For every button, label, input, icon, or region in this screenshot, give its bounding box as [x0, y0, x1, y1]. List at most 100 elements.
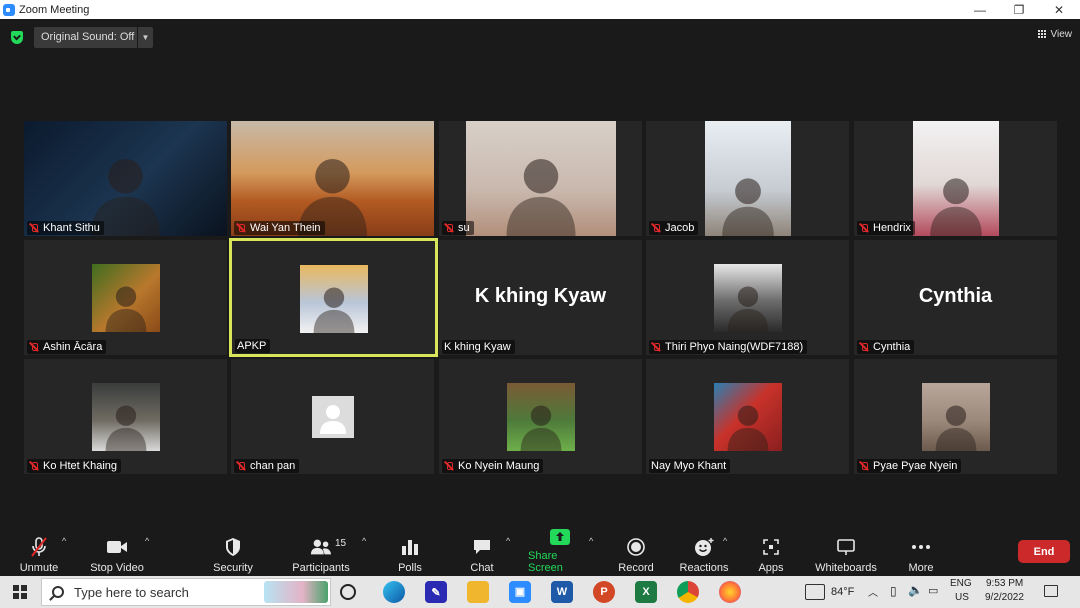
windows-start-icon[interactable]: [13, 585, 27, 599]
participants-label: Participants: [292, 562, 350, 574]
participant-tile[interactable]: Thiri Phyo Naing(WDF7188): [646, 240, 849, 355]
participant-tile[interactable]: chan pan: [231, 359, 434, 474]
clock-date[interactable]: 9/2/2022: [985, 592, 1024, 603]
participant-tile[interactable]: Hendrix: [854, 121, 1057, 236]
participant-tile[interactable]: Cynthia Cynthia: [854, 240, 1057, 355]
audio-options-caret[interactable]: ^: [62, 536, 66, 546]
zoom-taskbar-icon[interactable]: ▣: [509, 581, 531, 603]
apps-label: Apps: [758, 562, 784, 574]
participant-tile[interactable]: Nay Myo Khant: [646, 359, 849, 474]
edge-browser-icon[interactable]: [383, 581, 405, 603]
microphone-muted-icon: [28, 536, 50, 558]
record-button[interactable]: Record: [616, 532, 656, 574]
tray-overflow-chevron-icon[interactable]: ︿: [868, 584, 878, 599]
participant-name: Ko Htet Khaing: [43, 460, 117, 472]
taskbar-search-box[interactable]: Type here to search: [41, 578, 331, 606]
whiteboards-button[interactable]: Whiteboards: [814, 532, 878, 574]
notifications-icon[interactable]: [1044, 585, 1058, 597]
participant-display-name-large: K khing Kyaw: [474, 285, 607, 307]
participant-name-tag: Pyae Pyae Nyein: [857, 459, 962, 473]
original-sound-button[interactable]: Original Sound: Off: [34, 27, 137, 48]
volume-icon[interactable]: 🔈: [908, 583, 923, 597]
participants-count: 15: [335, 538, 347, 549]
more-label: More: [908, 562, 934, 574]
weather-icon[interactable]: [805, 584, 825, 600]
view-button[interactable]: View: [1037, 26, 1072, 42]
excel-icon[interactable]: X: [635, 581, 657, 603]
network-icon[interactable]: ▯: [890, 584, 897, 598]
share-screen-button[interactable]: Share Screen: [528, 529, 592, 574]
chat-label: Chat: [470, 562, 494, 574]
video-options-caret[interactable]: ^: [145, 536, 149, 546]
record-icon: [625, 536, 647, 558]
close-button[interactable]: ✕: [1039, 0, 1079, 19]
participant-tile[interactable]: Khant Sithu: [24, 121, 227, 236]
chat-bubble-icon: [471, 536, 493, 558]
participant-name: su: [458, 222, 470, 234]
clock-time[interactable]: 9:53 PM: [986, 578, 1023, 589]
participant-name: Pyae Pyae Nyein: [873, 460, 958, 472]
microphone-muted-icon: [651, 223, 661, 234]
reactions-button[interactable]: Reactions: [680, 532, 728, 574]
participant-tile[interactable]: Jacob: [646, 121, 849, 236]
chat-button[interactable]: Chat: [468, 532, 496, 574]
stop-video-button[interactable]: Stop Video: [88, 532, 146, 574]
firefox-icon[interactable]: [719, 581, 741, 603]
polls-bar-chart-icon: [399, 536, 421, 558]
maximize-button[interactable]: ❐: [999, 0, 1039, 19]
reactions-options-caret[interactable]: ^: [723, 536, 727, 546]
language-indicator-bottom[interactable]: US: [955, 592, 969, 603]
word-icon[interactable]: W: [551, 581, 573, 603]
microphone-muted-icon: [651, 342, 661, 353]
meeting-toolbar: Unmute ^ Stop Video ^ Security Participa…: [0, 528, 1080, 576]
share-screen-label: Share Screen: [528, 550, 563, 574]
polls-button[interactable]: Polls: [396, 532, 424, 574]
title-bar: Zoom Meeting — ❐ ✕: [0, 0, 1080, 19]
microphone-muted-icon: [859, 461, 869, 472]
participant-name-tag: chan pan: [234, 459, 300, 473]
powerpoint-icon[interactable]: P: [593, 581, 615, 603]
participant-name-tag: K khing Kyaw: [442, 340, 515, 354]
more-dots-icon: [910, 536, 932, 558]
pen-app-icon[interactable]: ✎: [425, 581, 447, 603]
file-explorer-icon[interactable]: [467, 581, 489, 603]
participants-options-caret[interactable]: ^: [362, 536, 366, 546]
participant-tile[interactable]: APKP: [229, 238, 438, 357]
battery-icon[interactable]: ▭: [928, 584, 938, 597]
participant-name: chan pan: [250, 460, 296, 472]
participant-tile[interactable]: Pyae Pyae Nyein: [854, 359, 1057, 474]
participant-tile[interactable]: Wai Yan Thein: [231, 121, 434, 236]
grid-icon: [1037, 29, 1047, 39]
microphone-muted-icon: [29, 461, 39, 472]
whiteboards-label: Whiteboards: [815, 562, 877, 574]
participant-name: Thiri Phyo Naing(WDF7188): [665, 341, 804, 353]
end-meeting-button[interactable]: End: [1018, 540, 1070, 563]
language-indicator-top[interactable]: ENG: [950, 578, 972, 589]
temperature[interactable]: 84°F: [831, 586, 854, 598]
reactions-smiley-icon: [693, 536, 715, 558]
participant-name-tag: Ko Nyein Maung: [442, 459, 544, 473]
task-view-icon[interactable]: [340, 584, 356, 600]
participant-tile[interactable]: K khing Kyaw K khing Kyaw: [439, 240, 642, 355]
participant-tile[interactable]: Ko Nyein Maung: [439, 359, 642, 474]
participant-tile[interactable]: su: [439, 121, 642, 236]
share-options-caret[interactable]: ^: [589, 536, 593, 546]
participant-name-tag: APKP: [235, 339, 271, 353]
participant-tile[interactable]: Ashin Ācāra: [24, 240, 227, 355]
security-button[interactable]: Security: [210, 532, 256, 574]
participant-name-tag: Wai Yan Thein: [234, 221, 325, 235]
participant-tile[interactable]: Ko Htet Khaing: [24, 359, 227, 474]
original-sound-dropdown[interactable]: ▼: [138, 27, 153, 48]
participant-video: [705, 121, 791, 236]
more-button[interactable]: More: [904, 532, 938, 574]
encryption-shield-icon[interactable]: [11, 31, 23, 44]
search-highlight-image: [264, 581, 328, 603]
participant-name: Ko Nyein Maung: [458, 460, 540, 472]
participant-name-tag: Cynthia: [857, 340, 915, 354]
unmute-button[interactable]: Unmute: [18, 532, 60, 574]
apps-button[interactable]: Apps: [756, 532, 786, 574]
minimize-button[interactable]: —: [960, 0, 1000, 19]
participant-video: [507, 383, 575, 451]
chat-options-caret[interactable]: ^: [506, 536, 510, 546]
chrome-icon[interactable]: [677, 581, 699, 603]
